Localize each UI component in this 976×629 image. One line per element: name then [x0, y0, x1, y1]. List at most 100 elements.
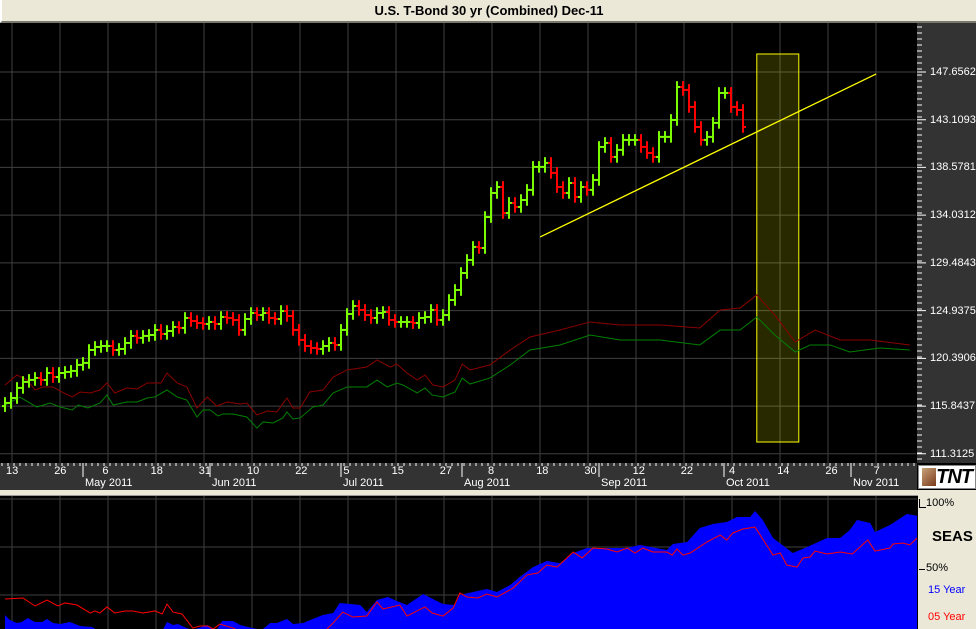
price-bar	[116, 343, 122, 356]
price-axis-label: 134.0312	[930, 209, 976, 222]
date-axis-day-label: 18	[150, 465, 163, 477]
price-bar	[188, 312, 194, 327]
price-bar	[680, 81, 686, 96]
tnt-logo: TNT	[918, 465, 976, 489]
price-bar	[536, 161, 542, 173]
price-axis-label: 129.4843	[930, 256, 976, 269]
price-bar	[182, 312, 188, 334]
price-axis-label: 115.8437	[930, 400, 976, 413]
price-axis-label: 138.5781	[930, 161, 976, 174]
price-bar	[464, 254, 470, 279]
price-bar	[44, 367, 50, 386]
price-bar	[224, 311, 230, 324]
date-axis-day-label: 5	[343, 465, 350, 477]
price-bar	[740, 104, 746, 133]
price-bar	[128, 330, 134, 349]
price-bar	[500, 181, 506, 219]
price-bar	[92, 341, 98, 356]
price-bar	[260, 307, 266, 321]
price-bar	[74, 359, 80, 377]
date-axis-day-label: 26	[54, 465, 67, 477]
price-bar	[434, 304, 440, 326]
price-bar	[2, 397, 8, 412]
price-bar	[248, 307, 254, 325]
price-bar	[734, 101, 740, 116]
price-bar	[710, 117, 716, 143]
price-bar	[56, 367, 62, 383]
seas-panel	[0, 496, 917, 629]
price-bar	[626, 134, 632, 146]
price-bar	[332, 337, 338, 351]
price-bar	[542, 157, 548, 173]
price-bar	[566, 177, 572, 199]
price-bar	[14, 382, 20, 404]
price-bar	[242, 313, 248, 336]
price-bar	[338, 324, 344, 351]
price-bar	[512, 197, 518, 213]
price-bar	[350, 300, 356, 320]
price-bar	[452, 284, 458, 306]
date-axis-day-label: 8	[488, 465, 495, 477]
price-bar	[86, 344, 92, 369]
price-bar	[320, 340, 326, 355]
price-bar	[440, 309, 446, 326]
price-bar	[644, 141, 650, 159]
price-bar	[308, 340, 314, 354]
price-bar	[446, 294, 452, 321]
date-axis-month-label: Jul 2011	[343, 477, 384, 489]
logo-mark-icon	[922, 468, 936, 486]
tick-100-icon	[919, 499, 926, 508]
price-bar	[164, 325, 170, 340]
price-axis-ticks	[917, 26, 926, 460]
price-bar	[518, 194, 524, 213]
price-bar	[638, 134, 644, 153]
date-axis-day-label: 14	[777, 465, 790, 477]
date-axis-month-label: May 2011	[85, 477, 133, 489]
price-bar	[476, 241, 482, 254]
date-axis-day-label: 30	[584, 465, 597, 477]
price-bar	[716, 87, 722, 129]
price-bar	[404, 316, 410, 328]
price-bar	[290, 310, 296, 336]
price-bar	[80, 357, 86, 371]
price-bar	[200, 317, 206, 330]
price-bar	[266, 307, 272, 324]
price-bar	[692, 101, 698, 133]
date-axis-month-label: Sep 2011	[601, 477, 648, 489]
date-axis-day-label: 7	[873, 465, 880, 477]
chart-canvas	[0, 23, 926, 629]
price-bar	[158, 324, 164, 340]
price-bar	[206, 316, 212, 330]
date-axis-day-label: 10	[247, 465, 260, 477]
price-bar	[146, 329, 152, 342]
panel-splitter[interactable]	[0, 490, 976, 496]
price-bar	[356, 300, 362, 316]
price-bar	[554, 167, 560, 193]
price-bar	[590, 174, 596, 196]
price-bar	[722, 87, 728, 99]
price-axis-label: 120.3906	[930, 352, 976, 365]
date-axis-day-label: 6	[102, 465, 109, 477]
price-bar	[488, 187, 494, 223]
price-bar	[548, 157, 554, 179]
price-bar	[104, 340, 110, 352]
price-bar	[374, 307, 380, 324]
price-bar	[650, 147, 656, 163]
seas-axis-panel: 100% SEAS 50% 15 Year 05 Year	[918, 495, 976, 629]
price-bar	[284, 305, 290, 322]
price-bar	[170, 321, 176, 337]
seas-area-15-year	[5, 511, 917, 629]
price-bar	[326, 337, 332, 352]
price-bar	[602, 137, 608, 153]
price-bar	[344, 308, 350, 336]
price-bar	[494, 181, 500, 199]
date-axis-day-label: 31	[198, 465, 212, 477]
date-axis-day-label: 18	[536, 465, 549, 477]
price-bar	[176, 321, 182, 334]
price-bar	[662, 131, 668, 143]
price-bar	[632, 134, 638, 146]
price-bar	[614, 144, 620, 163]
price-bar	[620, 134, 626, 156]
price-bar	[302, 334, 308, 352]
price-bar	[368, 309, 374, 324]
